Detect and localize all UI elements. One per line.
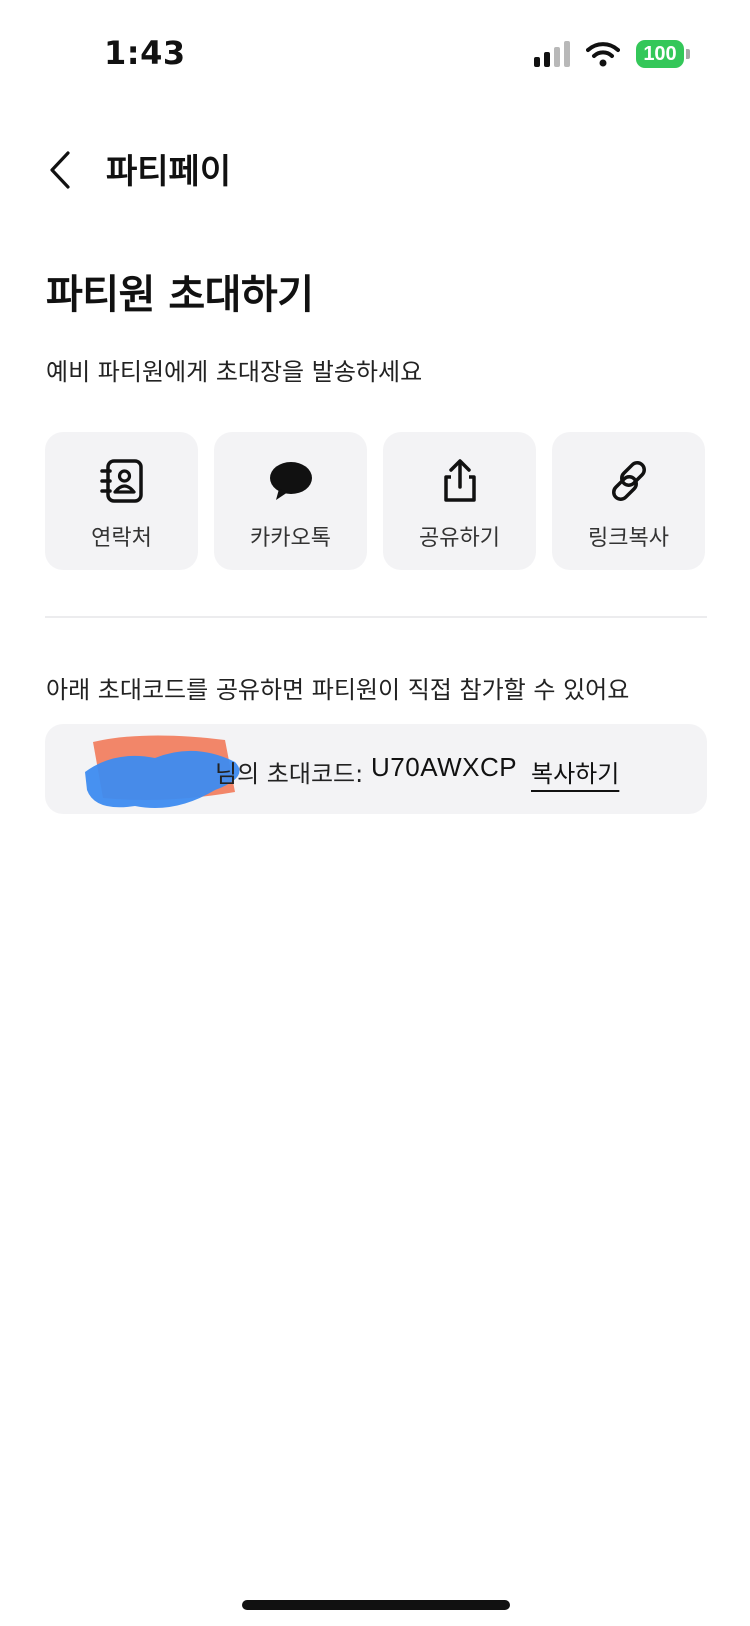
contacts-button[interactable]: 연락처 <box>45 432 198 570</box>
share-icon <box>435 456 485 506</box>
kakaotalk-label: 카카오톡 <box>250 526 331 551</box>
invite-code-description: 아래 초대코드를 공유하면 파티원이 직접 참가할 수 있어요 <box>46 676 630 704</box>
back-button[interactable] <box>40 140 80 200</box>
status-time: 1:43 <box>104 34 186 72</box>
copy-code-button[interactable]: 복사하기 <box>531 754 619 789</box>
invite-code-owner: 님의 초대코드: <box>215 760 364 788</box>
page-subtitle: 예비 파티원에게 초대장을 발송하세요 <box>46 358 423 386</box>
wifi-icon <box>586 41 620 67</box>
chat-bubble-icon <box>266 456 316 506</box>
status-icons: 100 <box>534 40 690 68</box>
signal-icon <box>534 41 570 67</box>
link-icon <box>604 456 654 506</box>
invite-actions: 연락처 카카오톡 공유하기 링크복사 <box>45 432 707 570</box>
contacts-label: 연락처 <box>91 526 152 551</box>
battery-icon: 100 <box>636 40 690 68</box>
nav-title: 파티페이 <box>106 152 232 192</box>
kakaotalk-button[interactable]: 카카오톡 <box>214 432 367 570</box>
copy-link-label: 링크복사 <box>588 526 669 551</box>
chevron-left-icon <box>50 151 70 189</box>
contact-book-icon <box>97 456 147 506</box>
status-bar: 1:43 100 <box>0 0 750 110</box>
navigation-bar: 파티페이 <box>0 130 750 210</box>
invite-code-box: 님의 초대코드: U70AWXCP 복사하기 <box>45 724 707 814</box>
page-title: 파티원 초대하기 <box>46 272 314 318</box>
share-label: 공유하기 <box>419 526 500 551</box>
divider <box>45 616 707 618</box>
copy-link-button[interactable]: 링크복사 <box>552 432 705 570</box>
share-button[interactable]: 공유하기 <box>383 432 536 570</box>
invite-code-value: U70AWXCP <box>371 752 518 782</box>
battery-level: 100 <box>636 40 684 68</box>
home-indicator[interactable] <box>242 1600 510 1610</box>
